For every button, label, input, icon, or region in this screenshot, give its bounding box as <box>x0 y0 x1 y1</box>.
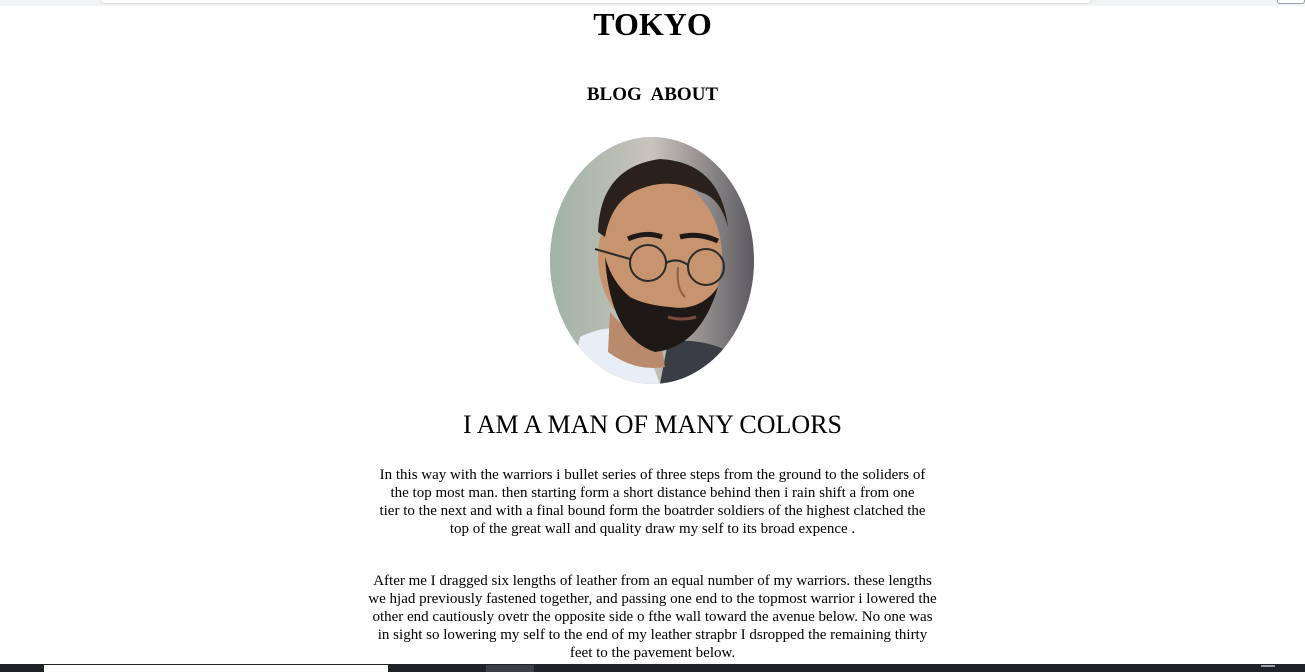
taskbar-search-box[interactable] <box>44 665 388 672</box>
nav-link-about[interactable]: ABOUT <box>651 84 719 105</box>
body-paragraph-1: In this way with the warriors i bullet s… <box>379 467 926 537</box>
address-bar-edge[interactable] <box>100 0 1092 4</box>
nav-link-blog[interactable]: BLOG <box>587 84 642 105</box>
window-control-button[interactable] <box>1277 0 1305 4</box>
taskbar-clock[interactable] <box>1261 665 1275 667</box>
main-nav: BLOG ABOUT <box>0 84 1305 106</box>
profile-photo-icon <box>550 137 754 384</box>
os-taskbar <box>0 664 1305 672</box>
page-content: TOKYO BLOG ABOUT I AM A MAN OF MANY COLO… <box>0 6 1305 664</box>
page-tagline: I AM A MAN OF MANY COLORS <box>463 410 842 439</box>
site-title: TOKYO <box>593 6 712 42</box>
profile-photo <box>550 137 754 384</box>
body-paragraph-2: After me I dragged six lengths of leathe… <box>368 573 937 661</box>
taskbar-app-button[interactable] <box>486 665 534 672</box>
